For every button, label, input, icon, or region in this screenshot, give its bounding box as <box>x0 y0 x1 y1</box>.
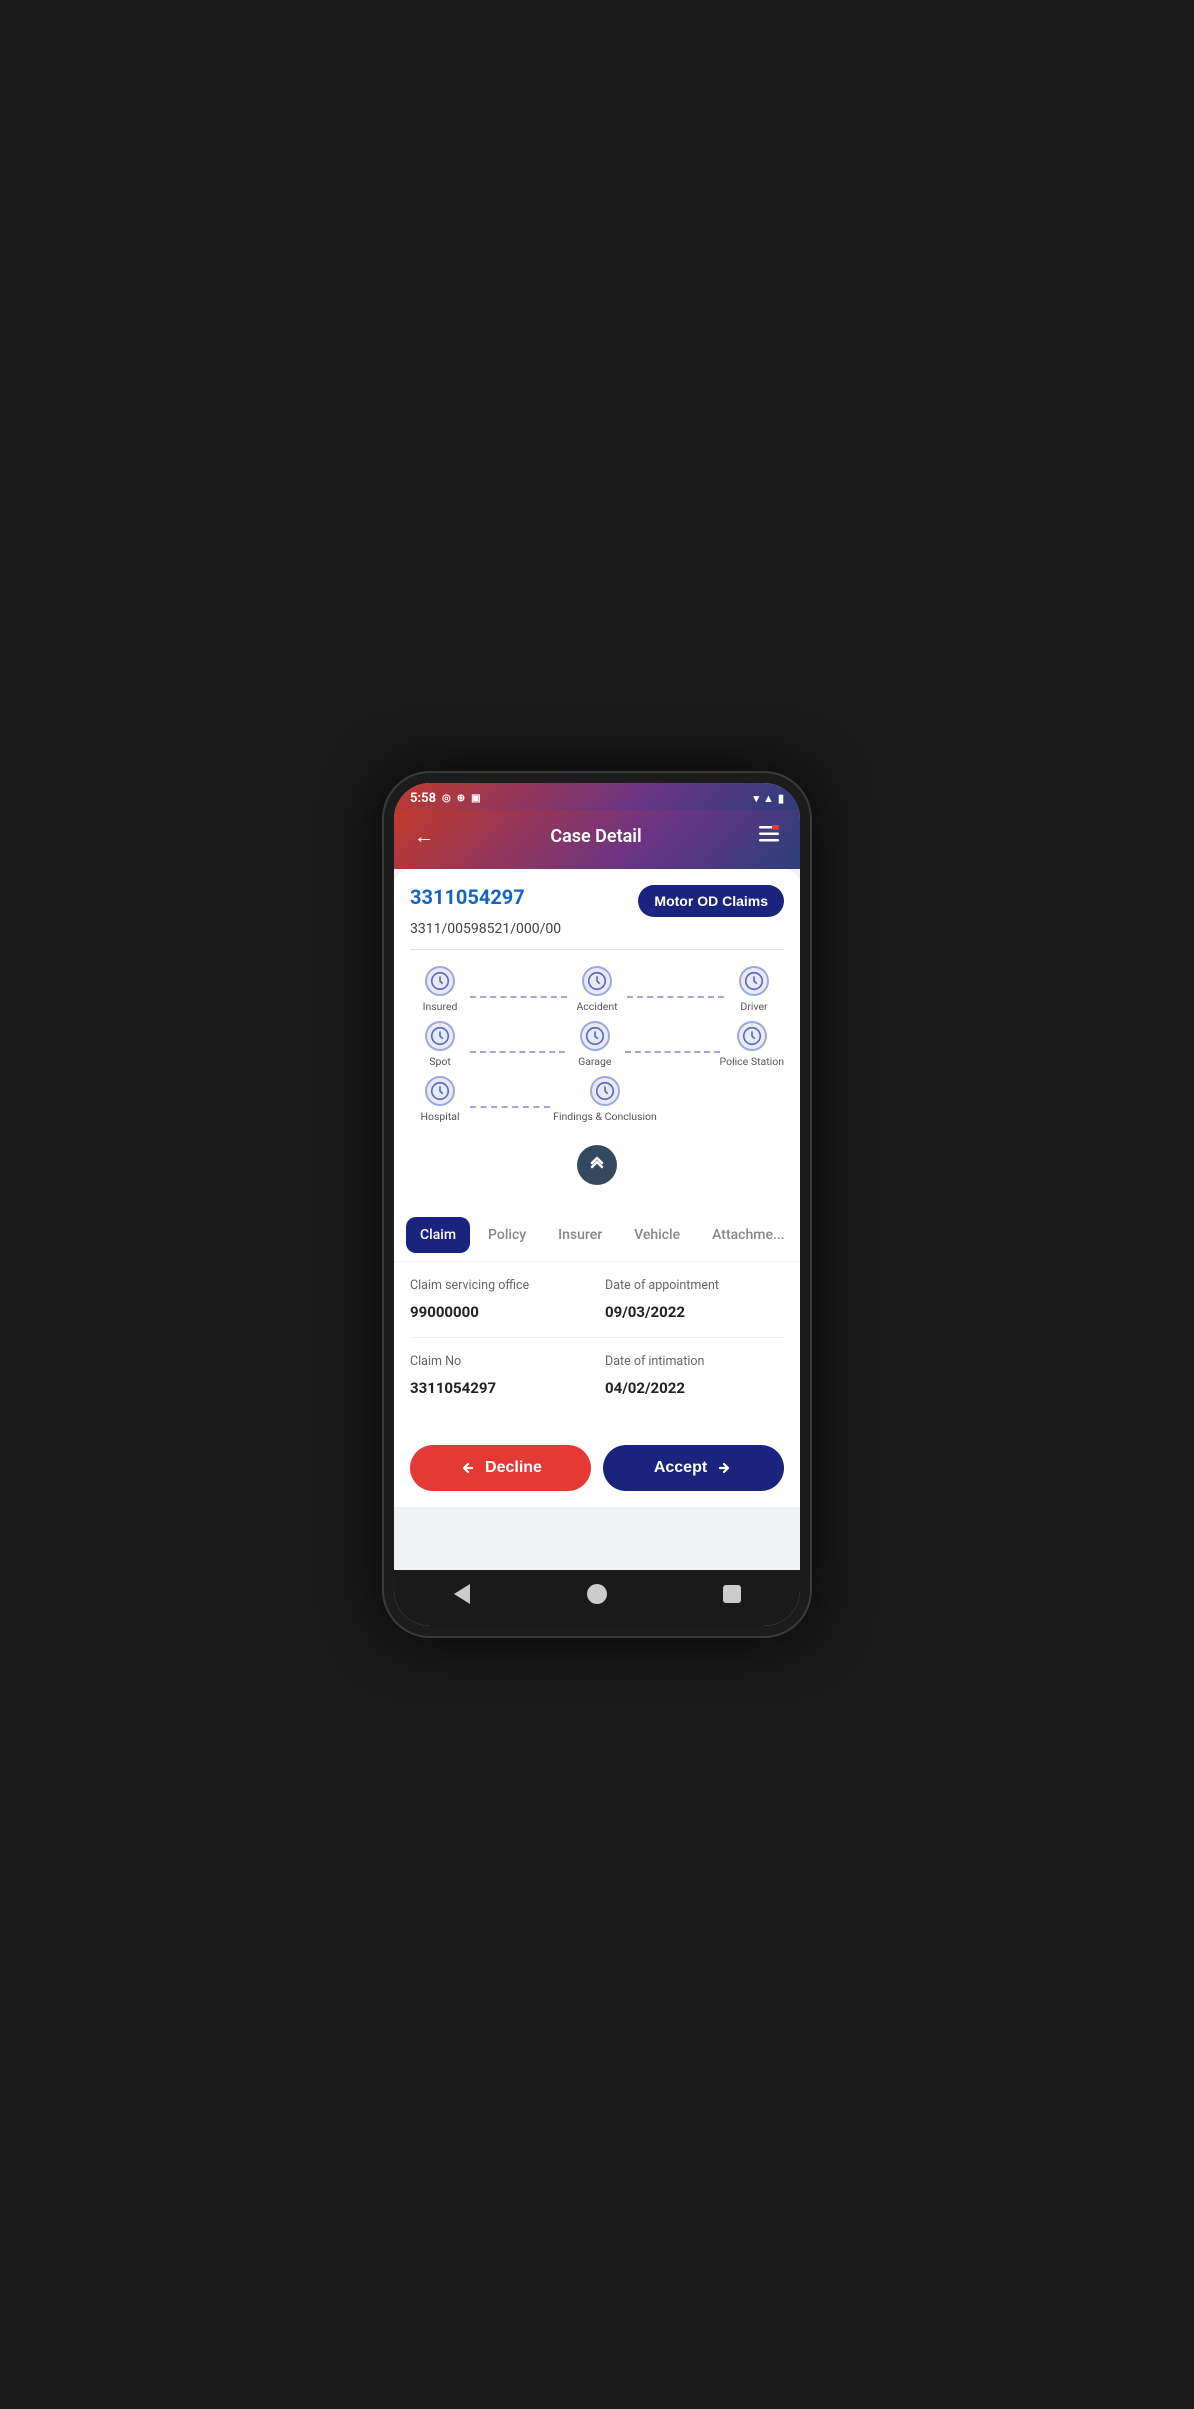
field-claim-servicing-office: Claim servicing office <box>410 1278 589 1297</box>
policy-number: 3311/00598521/000/00 <box>410 921 784 937</box>
nav-bar <box>394 1570 800 1626</box>
step-label-findings: Findings & Conclusion <box>553 1110 657 1123</box>
main-content: 3311054297 Motor OD Claims 3311/00598521… <box>394 869 800 1570</box>
step-icon-driver <box>739 966 769 996</box>
status-right: ▾ ▲ ▮ <box>754 792 784 805</box>
claim-servicing-office-value: 99000000 <box>410 1303 589 1321</box>
steps-row-3: Hospital Findings & Conclusion <box>410 1076 784 1123</box>
step-spot: Spot <box>410 1021 470 1068</box>
field-date-of-appointment: Date of appointment <box>605 1278 784 1297</box>
step-icon-garage <box>580 1021 610 1051</box>
steps-row-1: Insured Accident <box>410 966 784 1013</box>
claim-id: 3311054297 <box>410 885 525 909</box>
field-date-of-intimation: Date of intimation <box>605 1354 784 1373</box>
field-col-doi-value: 04/02/2022 <box>605 1379 784 1397</box>
nav-recent-button[interactable] <box>716 1578 748 1610</box>
steps-wrapper: Insured Accident <box>410 962 784 1133</box>
nav-back-button[interactable] <box>446 1578 478 1610</box>
menu-button[interactable] <box>754 820 784 853</box>
line-2-3 <box>627 996 724 998</box>
claim-type-tag[interactable]: Motor OD Claims <box>638 885 784 917</box>
step-label-insured: Insured <box>423 1000 458 1013</box>
date-of-intimation-value: 04/02/2022 <box>605 1379 784 1397</box>
home-circle-icon <box>587 1584 607 1604</box>
field-row-2: Claim No Date of intimation <box>410 1354 784 1373</box>
status-icon-2: ⊕ <box>457 793 465 804</box>
step-accident: Accident <box>567 966 627 1013</box>
back-button[interactable]: ← <box>410 820 438 853</box>
step-icon-findings <box>590 1076 620 1106</box>
phone-screen: 5:58 ◎ ⊕ ▣ ▾ ▲ ▮ ← Case Detail <box>394 783 800 1626</box>
status-icon-3: ▣ <box>471 793 480 804</box>
wifi-icon: ▾ <box>754 792 760 805</box>
step-label-police-station: Police Station <box>720 1055 784 1068</box>
date-of-appointment-label: Date of appointment <box>605 1278 784 1293</box>
signal-icon: ▲ <box>763 792 774 805</box>
claim-card: 3311054297 Motor OD Claims 3311/00598521… <box>394 869 800 1209</box>
step-label-spot: Spot <box>429 1055 451 1068</box>
step-label-garage: Garage <box>578 1055 611 1068</box>
claim-servicing-office-label: Claim servicing office <box>410 1278 589 1293</box>
accept-button[interactable]: Accept <box>603 1445 784 1491</box>
steps-row-2: Spot Garage <box>410 1021 784 1068</box>
status-time: 5:58 <box>410 791 436 806</box>
date-of-appointment-value: 09/03/2022 <box>605 1303 784 1321</box>
field-col-cn-value: 3311054297 <box>410 1379 589 1397</box>
step-label-hospital: Hospital <box>420 1110 459 1123</box>
line-4-5 <box>470 1051 565 1053</box>
step-icon-spot <box>425 1021 455 1051</box>
tab-claim[interactable]: Claim <box>406 1217 470 1253</box>
tab-vehicle[interactable]: Vehicle <box>620 1217 694 1253</box>
field-col-cso-value: 99000000 <box>410 1303 589 1321</box>
claim-no-label: Claim No <box>410 1354 589 1369</box>
back-triangle-icon <box>454 1584 470 1604</box>
decline-button[interactable]: Decline <box>410 1445 591 1491</box>
step-label-driver: Driver <box>740 1000 767 1013</box>
status-left: 5:58 ◎ ⊕ ▣ <box>410 791 481 806</box>
fields-section: Claim servicing office Date of appointme… <box>394 1262 800 1429</box>
field-divider-1 <box>410 1337 784 1338</box>
step-driver: Driver <box>724 966 784 1013</box>
tab-policy[interactable]: Policy <box>474 1217 540 1253</box>
field-row-2-values: 3311054297 04/02/2022 <box>410 1379 784 1397</box>
phone-frame: 5:58 ◎ ⊕ ▣ ▾ ▲ ▮ ← Case Detail <box>382 771 812 1638</box>
field-col-doa-value: 09/03/2022 <box>605 1303 784 1321</box>
step-icon-accident <box>582 966 612 996</box>
nav-home-button[interactable] <box>581 1578 613 1610</box>
field-row-1-values: 99000000 09/03/2022 <box>410 1303 784 1321</box>
step-icon-hospital <box>425 1076 455 1106</box>
recent-square-icon <box>723 1585 741 1603</box>
tab-attachments[interactable]: Attachme... <box>698 1217 799 1253</box>
tab-insurer[interactable]: Insurer <box>544 1217 616 1253</box>
step-hospital: Hospital <box>410 1076 470 1123</box>
card-divider <box>410 949 784 950</box>
tabs-container: Claim Policy Insurer Vehicle Attachme... <box>394 1209 800 1261</box>
claim-no-value: 3311054297 <box>410 1379 589 1397</box>
line-7-8 <box>470 1106 550 1108</box>
step-police-station: Police Station <box>720 1021 784 1068</box>
bottom-buttons: Decline Accept <box>394 1429 800 1507</box>
battery-icon: ▮ <box>778 792 784 805</box>
app-header: ← Case Detail <box>394 810 800 869</box>
step-findings: Findings & Conclusion <box>550 1076 660 1123</box>
step-icon-insured <box>425 966 455 996</box>
field-claim-no: Claim No <box>410 1354 589 1373</box>
collapse-button[interactable] <box>577 1145 617 1185</box>
field-row-1: Claim servicing office Date of appointme… <box>410 1278 784 1297</box>
line-5-6 <box>625 1051 720 1053</box>
card-header: 3311054297 Motor OD Claims <box>410 885 784 917</box>
date-of-intimation-label: Date of intimation <box>605 1354 784 1369</box>
line-1-2 <box>470 996 567 998</box>
step-icon-police-station <box>737 1021 767 1051</box>
status-icon-1: ◎ <box>442 793 451 804</box>
step-insured: Insured <box>410 966 470 1013</box>
page-title: Case Detail <box>550 826 641 847</box>
status-bar: 5:58 ◎ ⊕ ▣ ▾ ▲ ▮ <box>394 783 800 810</box>
step-label-accident: Accident <box>576 1000 617 1013</box>
step-garage: Garage <box>565 1021 625 1068</box>
